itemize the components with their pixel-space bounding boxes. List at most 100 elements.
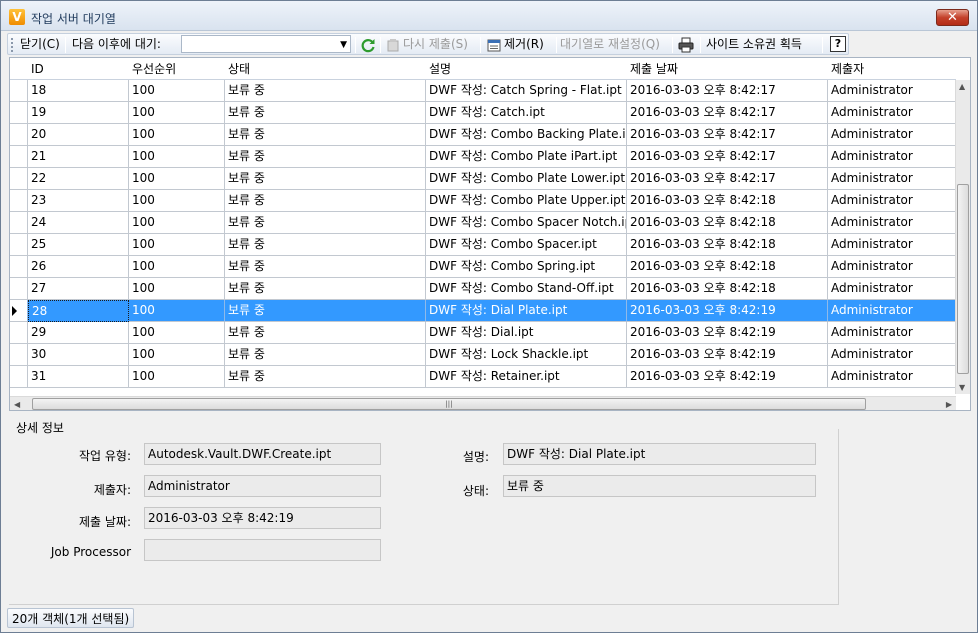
cell-status[interactable]: 보류 중: [225, 102, 426, 124]
cell-id[interactable]: 26: [28, 256, 129, 278]
cell-id[interactable]: 28: [28, 300, 129, 322]
print-button[interactable]: [678, 36, 696, 54]
cell-description[interactable]: DWF 작성: Combo Plate iPart.ipt: [426, 146, 627, 168]
cell-status[interactable]: 보류 중: [225, 366, 426, 388]
row-header[interactable]: [10, 124, 28, 146]
cell-id[interactable]: 30: [28, 344, 129, 366]
table-row[interactable]: 28 100 보류 중 DWF 작성: Dial Plate.ipt 2016-03-0…: [10, 300, 956, 322]
table-row[interactable]: 31 100 보류 중 DWF 작성: Retainer.ipt 2016-03-03 …: [10, 366, 956, 388]
cell-description[interactable]: DWF 작성: Dial.ipt: [426, 322, 627, 344]
row-header[interactable]: [10, 80, 28, 102]
title-bar[interactable]: V 작업 서버 대기열 ✕: [1, 1, 977, 31]
cell-id[interactable]: 22: [28, 168, 129, 190]
cell-status[interactable]: 보류 중: [225, 168, 426, 190]
cell-status[interactable]: 보류 중: [225, 278, 426, 300]
table-row[interactable]: 30 100 보류 중 DWF 작성: Lock Shackle.ipt 2016-03…: [10, 344, 956, 366]
cell-status[interactable]: 보류 중: [225, 212, 426, 234]
cell-id[interactable]: 27: [28, 278, 129, 300]
cell-id[interactable]: 19: [28, 102, 129, 124]
cell-submitter[interactable]: Administrator: [828, 212, 956, 234]
row-header[interactable]: [10, 190, 28, 212]
cell-description[interactable]: DWF 작성: Combo Spacer Notch.ipt: [426, 212, 627, 234]
table-row[interactable]: 27 100 보류 중 DWF 작성: Combo Stand-Off.ipt 2016…: [10, 278, 956, 300]
cell-status[interactable]: 보류 중: [225, 80, 426, 102]
cell-description[interactable]: DWF 작성: Lock Shackle.ipt: [426, 344, 627, 366]
cell-status[interactable]: 보류 중: [225, 300, 426, 322]
cell-submit-date[interactable]: 2016-03-03 오후 8:42:17: [627, 102, 828, 124]
cell-status[interactable]: 보류 중: [225, 190, 426, 212]
row-header[interactable]: [10, 322, 28, 344]
cell-priority[interactable]: 100: [129, 256, 225, 278]
cell-status[interactable]: 보류 중: [225, 256, 426, 278]
cell-id[interactable]: 31: [28, 366, 129, 388]
column-header-submitter[interactable]: 제출자: [828, 58, 956, 80]
cell-submitter[interactable]: Administrator: [828, 234, 956, 256]
cell-submitter[interactable]: Administrator: [828, 344, 956, 366]
cell-id[interactable]: 23: [28, 190, 129, 212]
wait-after-dropdown[interactable]: ▼: [181, 35, 351, 53]
table-row[interactable]: 19 100 보류 중 DWF 작성: Catch.ipt 2016-03-03 오후 …: [10, 102, 956, 124]
cell-priority[interactable]: 100: [129, 300, 225, 322]
scroll-up-arrow-icon[interactable]: ▲: [959, 82, 965, 91]
table-row[interactable]: 29 100 보류 중 DWF 작성: Dial.ipt 2016-03-03 오후 8…: [10, 322, 956, 344]
cell-status[interactable]: 보류 중: [225, 124, 426, 146]
scroll-down-arrow-icon[interactable]: ▼: [959, 383, 965, 392]
remove-button[interactable]: 제거(R): [486, 36, 544, 54]
cell-description[interactable]: DWF 작성: Combo Plate Lower.ipt: [426, 168, 627, 190]
table-row[interactable]: 23 100 보류 중 DWF 작성: Combo Plate Upper.ipt 20…: [10, 190, 956, 212]
close-button[interactable]: 닫기(C): [20, 36, 60, 54]
cell-status[interactable]: 보류 중: [225, 146, 426, 168]
cell-submitter[interactable]: Administrator: [828, 278, 956, 300]
cell-submit-date[interactable]: 2016-03-03 오후 8:42:18: [627, 256, 828, 278]
cell-priority[interactable]: 100: [129, 212, 225, 234]
cell-submit-date[interactable]: 2016-03-03 오후 8:42:18: [627, 190, 828, 212]
reset-to-queue-button[interactable]: 대기열로 재설정(Q): [560, 36, 660, 54]
table-row[interactable]: 24 100 보류 중 DWF 작성: Combo Spacer Notch.ipt 2…: [10, 212, 956, 234]
column-header-submit-date[interactable]: 제출 날짜: [627, 58, 827, 80]
vertical-scrollbar[interactable]: ▲ ▼: [955, 80, 970, 394]
cell-id[interactable]: 20: [28, 124, 129, 146]
cell-priority[interactable]: 100: [129, 102, 225, 124]
cell-submitter[interactable]: Administrator: [828, 322, 956, 344]
cell-priority[interactable]: 100: [129, 80, 225, 102]
cell-id[interactable]: 25: [28, 234, 129, 256]
horizontal-scroll-thumb[interactable]: |||: [32, 398, 866, 410]
resubmit-button[interactable]: 다시 제출(S): [385, 36, 468, 54]
cell-description[interactable]: DWF 작성: Catch Spring - Flat.ipt: [426, 80, 627, 102]
cell-id[interactable]: 18: [28, 80, 129, 102]
cell-submit-date[interactable]: 2016-03-03 오후 8:42:18: [627, 278, 828, 300]
row-header[interactable]: [10, 146, 28, 168]
column-header-description[interactable]: 설명: [426, 58, 626, 80]
cell-submit-date[interactable]: 2016-03-03 오후 8:42:17: [627, 80, 828, 102]
cell-submit-date[interactable]: 2016-03-03 오후 8:42:19: [627, 300, 828, 322]
take-site-ownership-button[interactable]: 사이트 소유권 획득: [706, 36, 802, 54]
row-header[interactable]: [10, 102, 28, 124]
row-header[interactable]: [10, 300, 28, 322]
cell-submitter[interactable]: Administrator: [828, 366, 956, 388]
cell-description[interactable]: DWF 작성: Retainer.ipt: [426, 366, 627, 388]
cell-submitter[interactable]: Administrator: [828, 102, 956, 124]
cell-submitter[interactable]: Administrator: [828, 300, 956, 322]
cell-priority[interactable]: 100: [129, 168, 225, 190]
cell-description[interactable]: DWF 작성: Dial Plate.ipt: [426, 300, 627, 322]
chevron-down-icon[interactable]: ▼: [340, 37, 347, 53]
horizontal-scrollbar[interactable]: ◀ ||| ▶: [10, 396, 956, 410]
cell-status[interactable]: 보류 중: [225, 322, 426, 344]
column-header-status[interactable]: 상태: [225, 58, 425, 80]
cell-description[interactable]: DWF 작성: Combo Spring.ipt: [426, 256, 627, 278]
cell-submitter[interactable]: Administrator: [828, 256, 956, 278]
cell-submitter[interactable]: Administrator: [828, 80, 956, 102]
cell-submit-date[interactable]: 2016-03-03 오후 8:42:17: [627, 146, 828, 168]
table-row[interactable]: 18 100 보류 중 DWF 작성: Catch Spring - Flat.ipt…: [10, 80, 956, 102]
cell-submit-date[interactable]: 2016-03-03 오후 8:42:19: [627, 344, 828, 366]
toolbar-grip[interactable]: [11, 38, 14, 52]
cell-submit-date[interactable]: 2016-03-03 오후 8:42:17: [627, 168, 828, 190]
cell-priority[interactable]: 100: [129, 366, 225, 388]
table-row[interactable]: 21 100 보류 중 DWF 작성: Combo Plate iPart.ipt 20…: [10, 146, 956, 168]
cell-submit-date[interactable]: 2016-03-03 오후 8:42:17: [627, 124, 828, 146]
row-header[interactable]: [10, 344, 28, 366]
cell-status[interactable]: 보류 중: [225, 234, 426, 256]
cell-priority[interactable]: 100: [129, 278, 225, 300]
cell-submit-date[interactable]: 2016-03-03 오후 8:42:19: [627, 366, 828, 388]
cell-description[interactable]: DWF 작성: Combo Stand-Off.ipt: [426, 278, 627, 300]
